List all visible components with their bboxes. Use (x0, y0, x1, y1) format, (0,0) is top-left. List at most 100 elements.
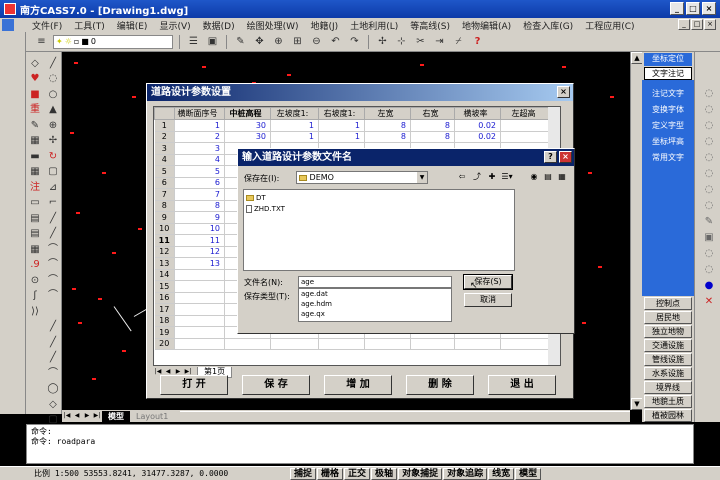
menu-contour[interactable]: 等高线(S) (404, 19, 456, 32)
tool-icon[interactable]: 注 (30, 182, 40, 193)
save-icon[interactable]: ▣ (205, 34, 220, 49)
grid-cell[interactable]: 12 (174, 246, 225, 258)
grid-cell[interactable] (500, 338, 551, 350)
grid-cell[interactable]: 7 (174, 188, 225, 201)
tool-icon[interactable]: ↻ (49, 151, 57, 162)
grid-cell[interactable]: 8 (364, 131, 411, 143)
menu-independent-features[interactable]: 独立地物 (644, 325, 692, 338)
menu-coordinate-locate[interactable]: 坐标定位 (644, 53, 692, 66)
grid-cell[interactable]: 8 (364, 119, 411, 132)
close-button[interactable]: × (702, 2, 716, 15)
tool-icon[interactable]: ╱ (50, 322, 56, 332)
tool-icon[interactable]: ◌ (49, 74, 58, 84)
grid-cell[interactable]: 4 (174, 154, 225, 166)
line-icon[interactable]: ╱ (50, 58, 56, 69)
model-toggle[interactable]: 模型 (515, 467, 542, 480)
grid-cell[interactable]: 8 (174, 200, 225, 212)
trim-icon[interactable]: ✂ (413, 34, 428, 49)
grid-cell[interactable]: 11 (174, 234, 225, 247)
menu-tools[interactable]: 工具(T) (68, 19, 111, 32)
canvas-horizontal-scrollbar[interactable] (180, 411, 630, 421)
grid-cell[interactable]: 1 (318, 119, 365, 132)
tool-icon[interactable]: ▤ (30, 213, 39, 224)
menu-feature-edit[interactable]: 地物编辑(A) (456, 19, 517, 32)
tool-icon[interactable]: ▢ (48, 167, 57, 177)
grid-cell[interactable] (174, 326, 225, 339)
zoom-realtime-icon[interactable]: ⊕ (271, 34, 286, 49)
menu-control-points[interactable]: 控制点 (644, 297, 692, 310)
list-item[interactable]: DT (246, 192, 512, 203)
move-icon[interactable]: ✢ (375, 34, 390, 49)
grid-cell[interactable]: 2 (174, 131, 225, 143)
grid-cell[interactable]: 5 (174, 165, 225, 178)
tool-icon[interactable]: ♥ (31, 74, 40, 84)
doc-close-button[interactable]: × (704, 19, 716, 30)
tool-icon[interactable]: ▦ (30, 244, 39, 255)
break-icon[interactable]: ⌿ (451, 34, 466, 49)
tab-layout1[interactable]: Layout1 (130, 411, 174, 422)
grid-cell[interactable] (500, 119, 551, 132)
ortho-toggle[interactable]: 正交 (344, 467, 371, 480)
tool-icon[interactable]: ◇ (31, 58, 39, 69)
tool-icon[interactable]: ⌒ (48, 275, 58, 286)
grid-cell[interactable] (364, 338, 411, 350)
filetype-option[interactable]: age.dat (301, 289, 451, 299)
help-button[interactable]: ? (544, 151, 557, 163)
folder-up-icon[interactable]: ▤ (542, 171, 554, 182)
menu-water[interactable]: 水系设施 (644, 367, 692, 380)
grid-cell[interactable] (174, 315, 225, 327)
grid-cell[interactable] (500, 131, 551, 143)
grid-toggle[interactable]: 栅格 (317, 467, 344, 480)
menu-residential[interactable]: 居民地 (644, 311, 692, 324)
tool-icon[interactable]: ╱ (50, 353, 56, 363)
tool-icon[interactable]: ⊙ (31, 275, 39, 286)
right-tool-icons[interactable]: ◌ ◌ ◌ ◌ ◌ ◌ ◌ ◌ ✎ ▣ ◌ ◌ ● ✕ (703, 86, 715, 310)
menu-view[interactable]: 显示(V) (153, 19, 196, 32)
filetype-option[interactable]: age.hdm (301, 299, 451, 309)
tool-icon[interactable]: ⌒ (48, 291, 58, 301)
tool-icon[interactable]: 重 (30, 105, 40, 115)
tool-icon[interactable]: ʃ (33, 291, 36, 301)
tool-icon[interactable]: ⌒ (48, 368, 58, 379)
tool-icon[interactable]: ▭ (30, 198, 39, 208)
maximize-button[interactable]: □ (686, 2, 700, 15)
grid-cell[interactable] (454, 338, 501, 350)
save-in-dropdown[interactable]: DEMO ▼ (296, 171, 428, 184)
grid-cell[interactable]: 10 (174, 223, 225, 235)
find-icon[interactable]: ◉ (528, 171, 540, 182)
tool-icon[interactable]: ▬ (30, 151, 39, 162)
pen-icon[interactable]: ✎ (233, 34, 248, 49)
tool-icon[interactable]: ◇ (49, 399, 57, 410)
menu-annotate-text[interactable]: 注记文字 (652, 86, 684, 102)
menu-engineering[interactable]: 工程应用(C) (579, 19, 640, 32)
grid-cell[interactable]: 8 (410, 131, 455, 143)
first-tab-icon[interactable]: |◀ (62, 411, 72, 421)
menu-landform[interactable]: 地貌土质 (644, 395, 692, 408)
preview-icon[interactable]: ▦ (556, 171, 568, 182)
menu-boundaries[interactable]: 境界线 (644, 381, 692, 394)
grid-cell[interactable] (318, 338, 365, 350)
osnap-toggle[interactable]: 对象捕捉 (398, 467, 443, 480)
last-tab-icon[interactable]: ▶| (92, 411, 102, 421)
tool-icon[interactable]: ▤ (30, 229, 39, 239)
zoom-window-icon[interactable]: ⊞ (290, 34, 305, 49)
extend-icon[interactable]: ⇥ (432, 34, 447, 49)
tab-model[interactable]: 模型 (102, 410, 130, 422)
table-row[interactable]: 1 1 30 1 1 8 8 0.02 (154, 119, 551, 132)
filetype-option[interactable]: age.qx (301, 309, 451, 319)
menu-coordinate-elevation[interactable]: 坐标坪高 (652, 134, 684, 150)
menu-cadastre[interactable]: 地籍(J) (305, 19, 345, 32)
menu-pipelines[interactable]: 管线设施 (644, 353, 692, 366)
tool-icon[interactable]: ⌒ (48, 244, 58, 255)
menu-edit[interactable]: 编辑(E) (111, 19, 154, 32)
tool-icon[interactable]: ╱ (50, 337, 56, 348)
exit-button[interactable]: 退 出 (488, 375, 556, 395)
table-row[interactable]: 20 (154, 338, 551, 350)
tool-icon[interactable]: ▲ (49, 105, 57, 115)
menu-change-font[interactable]: 变换字体 (652, 102, 684, 118)
filetype-list[interactable]: age.dat age.hdm age.qx (298, 288, 452, 322)
grid-cell[interactable]: 30 (224, 131, 271, 143)
prev-tab-icon[interactable]: ◀ (72, 411, 82, 421)
view-menu-icon[interactable]: ☰▾ (501, 171, 513, 182)
cancel-button[interactable]: 取消 (464, 293, 512, 307)
